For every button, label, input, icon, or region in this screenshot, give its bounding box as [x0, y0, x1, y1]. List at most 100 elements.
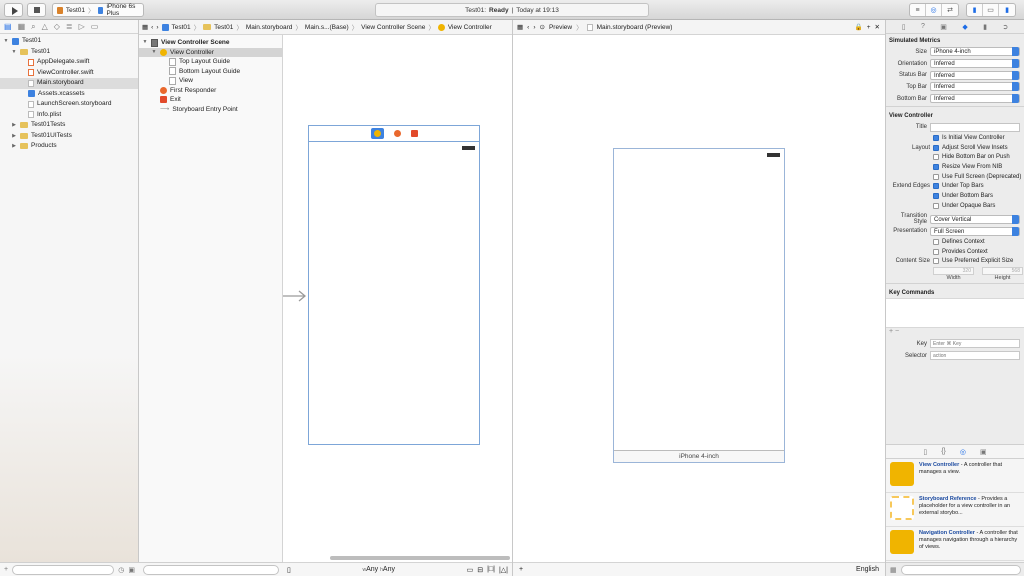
disclosure-icon[interactable]: ▼	[142, 38, 148, 48]
disclosure-icon[interactable]: ▼	[11, 47, 17, 58]
extend-edges-checkbox[interactable]	[933, 193, 939, 200]
file-tree-row[interactable]: Info.plist	[0, 110, 138, 121]
jump-item[interactable]: Main.s...(Base)	[305, 24, 349, 31]
initial-vc-checkbox[interactable]	[933, 134, 939, 141]
jump-item[interactable]: View Controller	[448, 24, 492, 31]
debug-navigator-icon[interactable]: ≣	[66, 22, 73, 31]
key-command-add-remove[interactable]: + −	[886, 328, 1024, 338]
attributes-inspector-icon[interactable]: ◆	[962, 23, 967, 31]
jump-item[interactable]: Test01	[214, 24, 233, 31]
resolve-icon[interactable]: |△|	[499, 566, 508, 574]
metric-popup[interactable]: Inferred	[930, 59, 1020, 69]
exit-dock-icon[interactable]	[410, 130, 418, 137]
find-navigator-icon[interactable]: ⌕	[31, 22, 35, 32]
stack-icon[interactable]: ▭	[467, 566, 474, 574]
symbol-navigator-icon[interactable]: ▦	[18, 22, 26, 31]
device-label[interactable]: iPhone 4-inch	[614, 450, 784, 462]
issue-navigator-icon[interactable]: △	[42, 22, 48, 31]
related-items-icon[interactable]: ▦	[517, 23, 523, 31]
view-controller-dock-icon[interactable]	[370, 128, 384, 139]
report-navigator-icon[interactable]: ▭	[91, 22, 99, 31]
transition-style-popup[interactable]: Cover Vertical	[930, 214, 1020, 224]
key-input[interactable]	[930, 339, 1020, 349]
outline-row[interactable]: Exit	[139, 95, 282, 105]
file-tree-row[interactable]: ▼ Test01	[0, 36, 138, 47]
file-template-icon[interactable]: ▯	[923, 448, 927, 456]
metric-popup[interactable]: Inferred	[930, 82, 1020, 92]
first-responder-dock-icon[interactable]	[393, 130, 401, 137]
disclosure-icon[interactable]: ▶	[11, 120, 17, 131]
file-tree-row[interactable]: AppDelegate.swift	[0, 57, 138, 68]
media-library-icon[interactable]: ▣	[980, 448, 987, 456]
toggle-debug-icon[interactable]: ▭	[983, 4, 999, 16]
toggle-outline-icon[interactable]: ▯	[287, 566, 291, 574]
layout-checkbox[interactable]	[933, 154, 939, 161]
add-icon[interactable]: +	[4, 566, 8, 573]
outline-row[interactable]: Bottom Layout Guide	[139, 67, 282, 77]
lock-icon[interactable]: 🔒	[855, 23, 863, 31]
jump-item[interactable]: View Controller Scene	[361, 24, 425, 31]
back-icon[interactable]: ‹	[151, 24, 153, 31]
outline-row[interactable]: ▼ View Controller	[139, 47, 282, 58]
file-tree-row[interactable]: ▶ Test01UITests	[0, 131, 138, 142]
preview-jump-item[interactable]: Main.storyboard (Preview)	[597, 24, 673, 31]
storyboard-canvas[interactable]	[283, 35, 512, 562]
related-items-icon[interactable]: ▦	[142, 23, 148, 31]
size-inspector-icon[interactable]: ▮	[983, 23, 987, 31]
test-navigator-icon[interactable]: ◇	[54, 22, 60, 31]
forward-icon[interactable]: ›	[156, 24, 158, 31]
file-inspector-icon[interactable]: ▯	[902, 23, 906, 31]
language-selector[interactable]: English	[856, 566, 879, 573]
file-tree-row[interactable]: LaunchScreen.storyboard	[0, 99, 138, 110]
outline-row[interactable]: First Responder	[139, 86, 282, 96]
outline-row[interactable]: ▼ View Controller Scene	[139, 38, 282, 48]
quick-help-icon[interactable]: ?	[921, 23, 925, 30]
canvas-horizontal-scrollbar[interactable]	[330, 556, 510, 560]
preview-jump-item[interactable]: Preview	[549, 24, 572, 31]
title-field[interactable]	[930, 122, 1020, 132]
view-controller-scene[interactable]	[308, 125, 480, 445]
layout-checkbox[interactable]	[933, 173, 939, 180]
project-navigator-icon[interactable]: ▤	[4, 22, 12, 31]
disclosure-icon[interactable]: ▼	[3, 36, 9, 47]
standard-editor-icon[interactable]: ≡	[910, 4, 926, 16]
width-field[interactable]: 320	[933, 266, 974, 275]
size-class-control[interactable]: wAny hAny	[295, 566, 463, 573]
layout-checkbox[interactable]	[933, 144, 939, 151]
scm-filter-icon[interactable]: ▣	[128, 566, 135, 574]
extend-edges-checkbox[interactable]	[933, 202, 939, 209]
outline-row[interactable]: View	[139, 76, 282, 86]
toggle-utilities-icon[interactable]: ▮	[999, 4, 1015, 16]
stop-button[interactable]	[27, 3, 46, 17]
grid-view-icon[interactable]: ▦	[890, 566, 897, 574]
close-editor-icon[interactable]: ✕	[875, 23, 885, 31]
library-item[interactable]: Navigation Controller - A controller tha…	[886, 527, 1024, 561]
presentation-popup[interactable]: Full Screen	[930, 226, 1020, 236]
height-field[interactable]: 568	[982, 266, 1023, 275]
file-tree-row[interactable]: Assets.xcassets	[0, 89, 138, 100]
add-editor-icon[interactable]: +	[867, 24, 871, 31]
outline-row[interactable]: ⟶ Storyboard Entry Point	[139, 105, 282, 115]
key-commands-list[interactable]	[886, 298, 1024, 329]
disclosure-icon[interactable]: ▼	[151, 48, 157, 58]
file-tree-row[interactable]: Main.storyboard	[0, 78, 138, 89]
add-device-icon[interactable]: +	[519, 566, 523, 573]
connections-inspector-icon[interactable]: ➲	[1002, 23, 1008, 31]
file-tree-row[interactable]: ▶ Test01Tests	[0, 120, 138, 131]
identity-inspector-icon[interactable]: ▣	[940, 23, 947, 31]
metric-popup[interactable]: iPhone 4-inch	[930, 47, 1020, 57]
pin-icon[interactable]: |□|	[487, 566, 495, 573]
scheme-selector[interactable]: Test01 〉 iPhone 6s Plus	[52, 3, 144, 17]
entry-point-arrow[interactable]	[283, 290, 307, 302]
jump-item[interactable]: Main.storyboard	[246, 24, 293, 31]
provides-context-checkbox[interactable]	[933, 248, 939, 255]
library-item[interactable]: View Controller - A controller that mana…	[886, 459, 1024, 493]
layout-checkbox[interactable]	[933, 164, 939, 171]
forward-icon[interactable]: ›	[533, 24, 535, 31]
defines-context-checkbox[interactable]	[933, 238, 939, 245]
align-icon[interactable]: ⊟	[477, 566, 483, 574]
toggle-navigator-icon[interactable]: ▮	[967, 4, 983, 16]
version-editor-icon[interactable]: ⇄	[942, 4, 958, 16]
outline-filter-input[interactable]	[143, 564, 279, 575]
disclosure-icon[interactable]: ▶	[11, 141, 17, 152]
